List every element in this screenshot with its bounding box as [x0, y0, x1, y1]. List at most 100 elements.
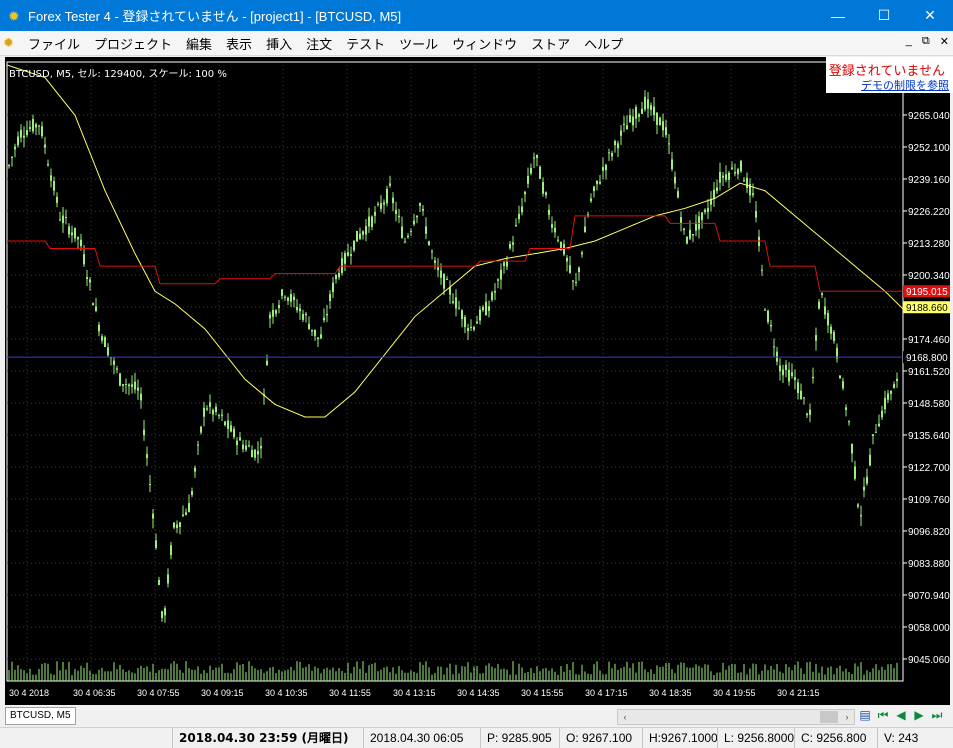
time-axis-label: 30 4 13:15: [393, 688, 436, 698]
candle-body: [8, 165, 10, 167]
close-button[interactable]: ✕: [907, 0, 953, 31]
demo-limits-link[interactable]: デモの制限を参照: [861, 77, 949, 93]
candle-body: [218, 415, 220, 417]
candle-body: [542, 182, 544, 194]
candle-body: [35, 124, 37, 128]
candle-body: [683, 228, 685, 231]
minimize-button[interactable]: —: [815, 0, 861, 31]
chart-navigation: ▤ ⏮ ◀ ▶ ⏭: [858, 707, 944, 723]
price-chart[interactable]: 9265.040 9252.100 9239.160 9226.220 9213.280…: [5, 57, 950, 705]
candle-body: [839, 375, 841, 379]
candle-body: [866, 476, 868, 484]
candle-body: [248, 445, 250, 447]
scroll-right-icon[interactable]: ›: [840, 710, 854, 724]
time-axis-label: 30 4 18:35: [649, 688, 692, 698]
time-axis-label: 30 4 10:35: [265, 688, 308, 698]
menu-file[interactable]: ファイル: [21, 34, 87, 53]
candle-body: [731, 167, 733, 170]
price-axis-label: 9096.820: [908, 527, 950, 538]
candle-body: [848, 421, 850, 423]
last-bar-icon[interactable]: ⏭: [930, 707, 944, 723]
price-axis-label: 9122.700: [908, 463, 950, 474]
candle-body: [476, 321, 478, 324]
candle-body: [632, 116, 634, 126]
candle-body: [392, 197, 394, 204]
candle-body: [23, 135, 25, 138]
candle-body: [122, 384, 124, 386]
candle-body: [266, 360, 268, 366]
status-bar-time: 2018.04.30 06:05: [364, 728, 481, 748]
first-bar-icon[interactable]: ⏮: [876, 707, 890, 723]
candle-body: [770, 324, 772, 327]
menu-insert[interactable]: 挿入: [259, 34, 299, 53]
candle-body: [692, 234, 694, 236]
mdi-minimize-icon[interactable]: _: [906, 35, 912, 48]
scroll-thumb[interactable]: [820, 711, 838, 723]
candle-body: [623, 123, 625, 125]
mdi-close-icon[interactable]: ✕: [940, 35, 949, 48]
document-gear-icon[interactable]: ✹: [3, 36, 17, 50]
price-axis-label: 9226.220: [908, 207, 950, 218]
candle-body: [842, 381, 844, 389]
time-axis-label: 30 4 17:15: [585, 688, 628, 698]
menu-test[interactable]: テスト: [339, 34, 392, 53]
candle-body: [299, 308, 301, 312]
candle-body: [272, 309, 274, 317]
candle-body: [470, 326, 472, 328]
previous-icon[interactable]: ◀: [894, 707, 908, 723]
candle-body: [56, 196, 58, 203]
menu-order[interactable]: 注文: [299, 34, 339, 53]
price-axis-label: 9070.940: [908, 591, 950, 602]
candle-body: [38, 125, 40, 127]
candle-body: [443, 274, 445, 289]
candle-body: [59, 219, 61, 221]
menu-store[interactable]: ストア: [524, 34, 577, 53]
chart-caption: BTCUSD, M5, セル: 129400, スケール: 100 %: [9, 69, 227, 80]
candle-body: [371, 216, 373, 227]
menu-project[interactable]: プロジェクト: [87, 34, 179, 53]
menu-help[interactable]: ヘルプ: [577, 34, 630, 53]
menu-tools[interactable]: ツール: [392, 34, 445, 53]
candle-body: [479, 309, 481, 321]
candle-body: [764, 309, 766, 311]
candle-body: [845, 407, 847, 410]
menu-edit[interactable]: 編集: [179, 34, 219, 53]
mdi-controls: _ ⧉ ✕: [906, 35, 949, 48]
candle-body: [317, 337, 319, 340]
candle-body: [809, 409, 811, 415]
candle-body: [47, 164, 49, 166]
candle-body: [575, 282, 577, 284]
candle-body: [407, 235, 409, 238]
candle-body: [662, 121, 664, 131]
candle-body: [455, 297, 457, 309]
candle-body: [614, 140, 616, 146]
candle-body: [581, 252, 583, 255]
candle-body: [350, 254, 352, 256]
status-p: P: 9285.905: [481, 728, 560, 748]
candle-body: [653, 106, 655, 116]
candle-body: [152, 513, 154, 519]
chart-tab[interactable]: BTCUSD, M5: [5, 707, 76, 725]
chart-list-icon[interactable]: ▤: [858, 707, 872, 723]
candle-body: [491, 292, 493, 300]
chart-canvas[interactable]: 9265.040 9252.100 9239.160 9226.220 9213.280…: [5, 57, 950, 705]
candle-body: [260, 445, 262, 449]
candle-body: [761, 269, 763, 271]
candle-body: [539, 166, 541, 179]
mdi-restore-icon[interactable]: ⧉: [922, 35, 930, 48]
candle-body: [86, 277, 88, 279]
scroll-left-icon[interactable]: ‹: [618, 710, 632, 724]
candle-body: [236, 440, 238, 446]
candle-body: [119, 373, 121, 386]
menu-view[interactable]: 表示: [219, 34, 259, 53]
price-axis-label: 9135.640: [908, 431, 950, 442]
next-icon[interactable]: ▶: [912, 707, 926, 723]
candle-body: [113, 360, 115, 365]
candle-body: [32, 119, 34, 132]
horizontal-scrollbar[interactable]: ‹ ›: [617, 709, 855, 725]
candle-body: [701, 212, 703, 221]
maximize-button[interactable]: ☐: [861, 0, 907, 31]
candle-body: [536, 154, 538, 158]
menu-window[interactable]: ウィンドウ: [445, 34, 524, 53]
candle-body: [26, 130, 28, 136]
